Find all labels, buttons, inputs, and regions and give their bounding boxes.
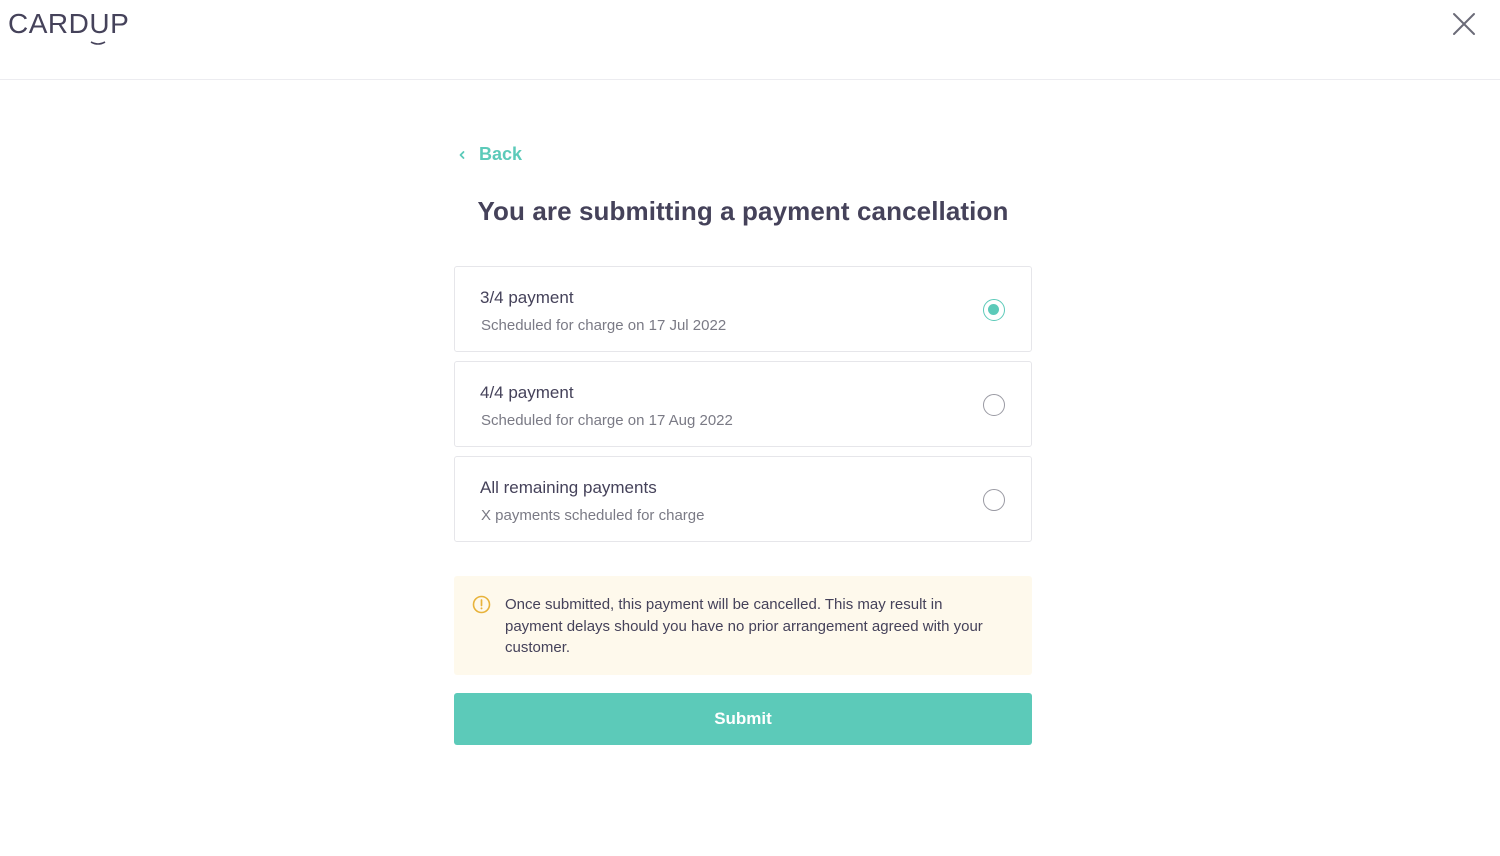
submit-button[interactable]: Submit <box>454 693 1032 745</box>
cardup-logo[interactable]: CARD U P <box>8 8 130 45</box>
warning-icon <box>472 595 491 614</box>
back-label: Back <box>479 143 523 164</box>
radio-button[interactable] <box>983 489 1005 511</box>
warning-notice: Once submitted, this payment will be can… <box>454 576 1032 675</box>
option-title: 4/4 payment <box>480 383 574 402</box>
option-subtitle: X payments scheduled for charge <box>481 507 705 524</box>
chevron-left-icon <box>456 148 468 160</box>
option-subtitle: Scheduled for charge on 17 Aug 2022 <box>481 412 733 429</box>
warning-text: Once submitted, this payment will be can… <box>505 596 983 656</box>
back-link[interactable]: Back <box>456 142 522 166</box>
radio-button-selected[interactable] <box>983 299 1005 321</box>
close-icon[interactable] <box>1450 10 1478 38</box>
option-subtitle: Scheduled for charge on 17 Jul 2022 <box>481 317 727 334</box>
option-4-of-4-payment[interactable]: 4/4 payment Scheduled for charge on 17 A… <box>454 361 1032 447</box>
option-3-of-4-payment[interactable]: 3/4 payment Scheduled for charge on 17 J… <box>454 266 1032 352</box>
logo-text-p: P <box>110 8 130 39</box>
option-title: 3/4 payment <box>480 288 574 307</box>
page-title: You are submitting a payment cancellatio… <box>477 196 1009 226</box>
radio-button[interactable] <box>983 394 1005 416</box>
option-all-remaining-payments[interactable]: All remaining payments X payments schedu… <box>454 456 1032 542</box>
logo-text-card: CARD <box>8 8 90 39</box>
logo-text-u: U <box>89 8 110 45</box>
option-title: All remaining payments <box>480 478 657 497</box>
top-bar: CARD U P <box>0 0 1500 80</box>
